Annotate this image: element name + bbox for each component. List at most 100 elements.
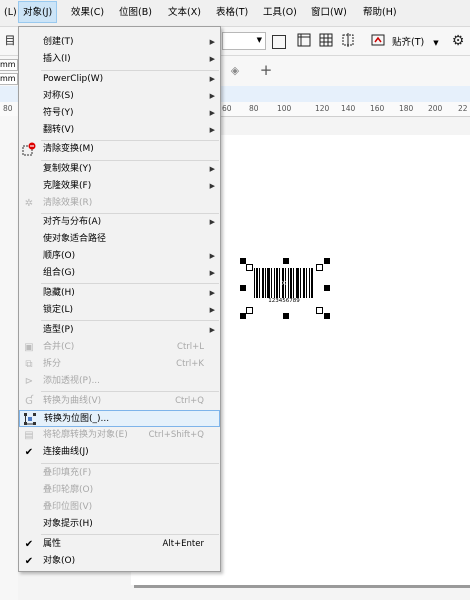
menu-item-overprint-bitmap[interactable]: 叠印位图(V) [19, 499, 220, 516]
selection-handle[interactable] [324, 313, 330, 319]
submenu-arrow-icon: ▶ [209, 75, 215, 83]
snap-to-dropdown[interactable]: 贴齐(T) ▼ [392, 34, 439, 48]
menu-item-label: 拆分 [43, 359, 62, 369]
unit-field-1[interactable]: mm [0, 59, 18, 71]
menu-item-flip[interactable]: 翻转(V) ▶ [19, 122, 220, 139]
menu-item-shortcut: Ctrl+L [177, 342, 204, 352]
menu-item-combine[interactable]: ▣ 合并(C) Ctrl+L [19, 339, 220, 356]
chevron-down-icon: ▼ [256, 36, 262, 44]
menu-item-shortcut: Alt+Enter [162, 539, 204, 549]
add-icon[interactable]: + [258, 62, 274, 78]
menu-item-shaping[interactable]: 造型(P) ▶ [19, 322, 220, 339]
menu-text[interactable]: 文本(X) [164, 0, 205, 26]
menu-item-shortcut: Ctrl+K [176, 359, 204, 369]
menu-item-overprint-outline[interactable]: 叠印轮廓(O) [19, 482, 220, 499]
menu-bitmaps[interactable]: 位图(B) [115, 0, 156, 26]
menu-item-copy-effect[interactable]: 复制效果(Y) ▶ [19, 161, 220, 178]
menu-item-label: 对称(S) [43, 91, 74, 101]
combine-icon: ▣ [24, 342, 34, 353]
menu-item-shortcut: Ctrl+Shift+Q [148, 430, 204, 440]
menu-item-break-apart[interactable]: ⧉ 拆分 Ctrl+K [19, 356, 220, 373]
menu-item-clear-effect[interactable]: ✲ 清除效果(R) [19, 195, 220, 212]
full-screen-icon[interactable] [272, 35, 286, 49]
menu-item-outline-to-object[interactable]: ▤ 将轮廓转换为对象(E) Ctrl+Shift+Q [19, 427, 220, 444]
transform-handle[interactable] [246, 307, 253, 314]
rulers-icon[interactable] [296, 33, 312, 49]
menu-item-label: 克隆效果(F) [43, 181, 92, 191]
menu-item-objects[interactable]: ✔ 对象(O) [19, 553, 220, 570]
ruler-tick: 22 [458, 104, 468, 113]
menu-bar: (L) 对象(J) 效果(C) 位图(B) 文本(X) 表格(T) 工具(O) … [0, 0, 470, 27]
menu-item-hide[interactable]: 隐藏(H) ▶ [19, 285, 220, 302]
menu-tools[interactable]: 工具(O) [259, 0, 301, 26]
menu-item-clear-transformations[interactable]: 清除变换(M) [19, 141, 220, 158]
menu-help[interactable]: 帮助(H) [359, 0, 401, 26]
menu-object[interactable]: 对象(J) [18, 1, 58, 23]
menu-item-insert[interactable]: 插入(I) ▶ [19, 51, 220, 68]
menu-item-align-distribute[interactable]: 对齐与分布(A) ▶ [19, 214, 220, 231]
menu-separator [41, 320, 219, 321]
menu-item-label: 使对象适合路径 [43, 234, 107, 244]
selection-handle[interactable] [283, 258, 289, 264]
submenu-arrow-icon: ▶ [209, 92, 215, 100]
barcode-object[interactable]: × 123456789 [252, 266, 316, 306]
toolbox [0, 116, 19, 600]
menu-item-object-hints[interactable]: 对象提示(H) [19, 516, 220, 533]
toolbar-left-icon[interactable]: 目 [2, 33, 18, 49]
submenu-arrow-icon: ▶ [209, 182, 215, 190]
selection-handle[interactable] [240, 285, 246, 291]
menu-item-label: 添加透视(P)... [43, 376, 101, 386]
submenu-arrow-icon: ▶ [209, 55, 215, 63]
ruler-tick: 200 [428, 104, 443, 113]
menu-item-convert-to-bitmap[interactable]: 转换为位图(_)... [19, 410, 220, 427]
check-icon: ✔ [24, 539, 34, 550]
menu-item-properties[interactable]: ✔ 属性 Alt+Enter [19, 536, 220, 553]
grid-icon[interactable] [318, 33, 334, 49]
transform-handle[interactable] [316, 307, 323, 314]
menu-effects[interactable]: 效果(C) [67, 0, 108, 26]
menu-item-symmetry[interactable]: 对称(S) ▶ [19, 88, 220, 105]
menu-item-symbol[interactable]: 符号(Y) ▶ [19, 105, 220, 122]
submenu-arrow-icon: ▶ [209, 269, 215, 277]
guidelines-icon[interactable] [340, 33, 356, 49]
menu-item-lock[interactable]: 锁定(L) ▶ [19, 302, 220, 319]
menu-item-convert-to-curves[interactable]: Ɠ 转换为曲线(V) Ctrl+Q [19, 393, 220, 410]
menu-separator [41, 391, 219, 392]
menu-item-fit-to-path[interactable]: 使对象适合路径 [19, 231, 220, 248]
perspective-icon: ⊳ [24, 376, 34, 387]
menu-item-order[interactable]: 顺序(O) ▶ [19, 248, 220, 265]
zoom-dropdown[interactable]: ▼ [222, 32, 266, 50]
submenu-arrow-icon: ▶ [209, 218, 215, 226]
menu-window[interactable]: 窗口(W) [307, 0, 351, 26]
menu-item-clone-effect[interactable]: 克隆效果(F) ▶ [19, 178, 220, 195]
menu-item-label: 清除变换(M) [43, 144, 94, 154]
transform-handle[interactable] [316, 264, 323, 271]
submenu-arrow-icon: ▶ [209, 252, 215, 260]
menu-item-shortcut: Ctrl+Q [175, 396, 204, 406]
menu-item-add-perspective[interactable]: ⊳ 添加透视(P)... [19, 373, 220, 390]
layers-icon[interactable]: ◈ [227, 63, 243, 79]
menu-item-label: 顺序(O) [43, 251, 76, 261]
menu-item-create[interactable]: 创建(T) ▶ [19, 34, 220, 51]
selection-handle[interactable] [324, 258, 330, 264]
menu-item-label: 锁定(L) [43, 305, 74, 315]
menu-item-group[interactable]: 组合(G) ▶ [19, 265, 220, 282]
selection-handle[interactable] [324, 285, 330, 291]
unit-field-2[interactable]: mm [0, 73, 18, 85]
menu-item-join-curves[interactable]: ✔ 连接曲线(J) [19, 444, 220, 461]
menu-item-label: 翻转(V) [43, 125, 75, 135]
ruler-tick: 80 [3, 104, 13, 113]
submenu-arrow-icon: ▶ [209, 289, 215, 297]
menu-separator [41, 534, 219, 535]
gear-icon[interactable]: ⚙ [450, 33, 466, 49]
menu-item-powerclip[interactable]: PowerClip(W) ▶ [19, 71, 220, 88]
menu-item-overprint-fill[interactable]: 叠印填充(F) [19, 465, 220, 482]
snap-icon[interactable] [370, 33, 386, 49]
snap-to-label: 贴齐(T) [392, 37, 425, 48]
outline-to-object-icon: ▤ [24, 430, 34, 441]
menu-item-label: 对象(O) [43, 556, 76, 566]
menu-table[interactable]: 表格(T) [212, 0, 252, 26]
submenu-arrow-icon: ▶ [209, 126, 215, 134]
selection-handle[interactable] [283, 313, 289, 319]
chevron-down-icon: ▼ [433, 39, 439, 47]
